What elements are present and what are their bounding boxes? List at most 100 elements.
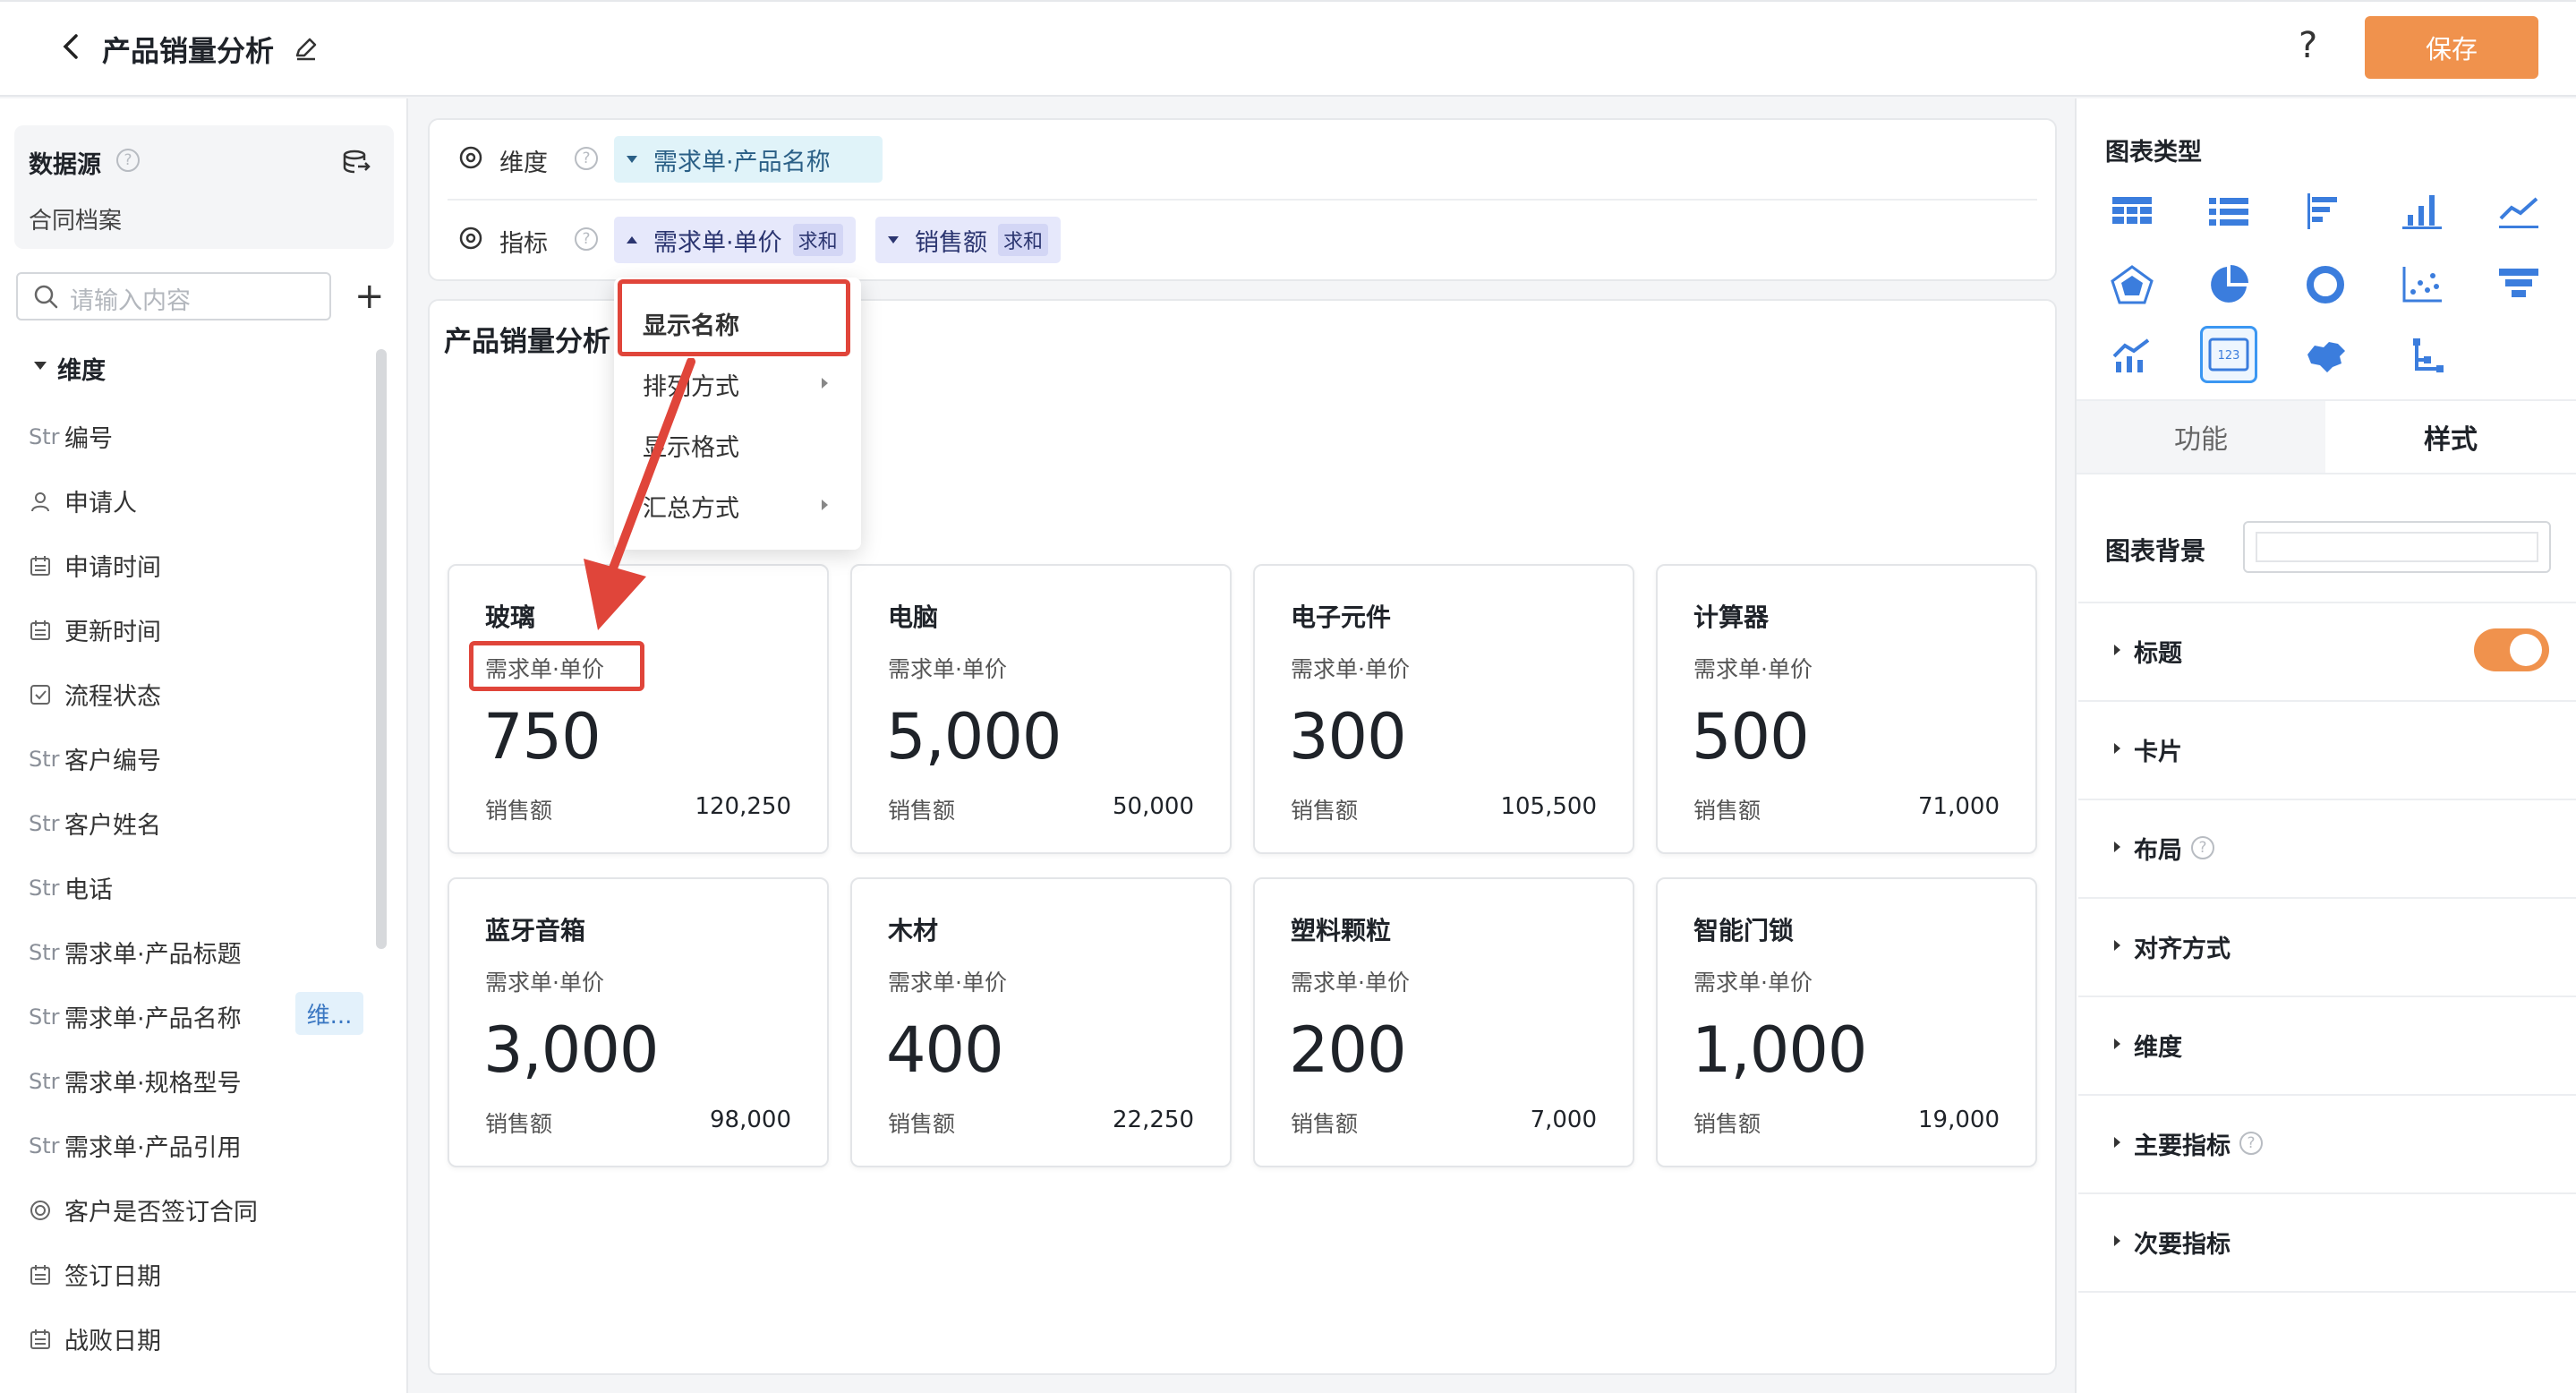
card-sub-value: 22,250 [1113, 1107, 1194, 1133]
checkbox-icon [29, 683, 64, 706]
card-sub-value: 7,000 [1530, 1107, 1597, 1133]
funnel-icon[interactable] [2494, 260, 2544, 310]
card-sub-value: 50,000 [1113, 793, 1194, 820]
field-item[interactable]: Str 需求单·产品名称 [29, 999, 242, 1034]
layout-help-icon[interactable]: ? [2191, 836, 2214, 859]
edit-pencil-icon[interactable] [292, 34, 320, 63]
map-icon[interactable] [2300, 331, 2350, 381]
field-item[interactable]: 客户是否签订合同 [29, 1192, 258, 1227]
field-item[interactable]: Str 客户姓名 [29, 806, 161, 841]
card-sub-value: 98,000 [710, 1107, 791, 1133]
card-sub-label: 销售额 [485, 1111, 553, 1137]
help-icon[interactable]: ? [2299, 25, 2317, 66]
dimension-in-use-tag: 维... [295, 992, 363, 1035]
field-item[interactable]: Str 需求单·产品标题 [29, 935, 242, 970]
field-label: 更新时间 [64, 619, 161, 646]
table-icon[interactable] [2107, 186, 2157, 236]
list-icon[interactable] [2204, 186, 2254, 236]
field-item[interactable]: 申请人 [29, 483, 137, 518]
field-item[interactable]: Str 需求单·规格型号 [29, 1064, 242, 1098]
collapse-caret-icon[interactable] [34, 362, 47, 370]
tab-style[interactable]: 样式 [2325, 401, 2576, 473]
tree-icon[interactable] [2397, 331, 2447, 381]
card-sub-label: 销售额 [888, 1111, 956, 1137]
card-main-value: 500 [1692, 700, 1810, 773]
save-button[interactable]: 保存 [2365, 16, 2538, 79]
expand-caret-icon [2114, 940, 2120, 951]
card-dimension-name: 塑料颗粒 [1291, 916, 1392, 945]
field-item[interactable]: 战败日期 [29, 1321, 161, 1356]
expand-caret-icon [2114, 743, 2120, 754]
indicator-card[interactable]: 计算器 需求单·单价 500 销售额 71,000 [1656, 564, 2037, 854]
datasource-title: 数据源 [29, 151, 101, 179]
aggregation-badge: 求和 [998, 224, 1049, 256]
card-main-value: 200 [1289, 1013, 1407, 1087]
indicator-card[interactable]: 蓝牙音箱 需求单·单价 3,000 销售额 98,000 [448, 877, 829, 1167]
back-arrow-icon[interactable] [54, 29, 90, 64]
search-placeholder: 请输入内容 [70, 287, 191, 315]
field-label: 需求单·产品引用 [64, 1134, 242, 1162]
field-label: 需求单·规格型号 [64, 1070, 242, 1098]
indicator-card[interactable]: 智能门锁 需求单·单价 1,000 销售额 19,000 [1656, 877, 2037, 1167]
measure-label: 指标 [499, 230, 548, 258]
annotation-arrow-icon [584, 358, 695, 630]
field-label: 编号 [64, 425, 113, 453]
datasource-help-icon[interactable]: ? [116, 149, 140, 172]
card-sub-label: 销售额 [1693, 798, 1761, 824]
indicator-card[interactable]: 电脑 需求单·单价 5,000 销售额 50,000 [850, 564, 1232, 854]
chart-title: 产品销量分析 [444, 326, 610, 358]
datasource-name: 合同档案 [29, 208, 123, 235]
dimension-help-icon[interactable]: ? [575, 147, 598, 170]
chart-type-title: 图表类型 [2105, 139, 2202, 167]
indicator-card[interactable]: 木材 需求单·单价 400 销售额 22,250 [850, 877, 1232, 1167]
database-switch-icon[interactable] [342, 149, 371, 175]
field-item[interactable]: Str 编号 [29, 419, 113, 454]
left-scrollbar[interactable] [376, 349, 387, 949]
add-field-button[interactable]: + [354, 276, 385, 317]
measure-pill-label: 需求单·单价 [653, 228, 782, 257]
field-item[interactable]: Str 需求单·产品引用 [29, 1128, 242, 1163]
field-item[interactable]: Str 电话 [29, 870, 113, 905]
indicator-card[interactable]: 电子元件 需求单·单价 300 销售额 105,500 [1253, 564, 1634, 854]
field-label: 需求单·产品名称 [64, 1005, 242, 1033]
bar-vertical-icon[interactable] [2397, 186, 2447, 236]
string-type-icon: Str [29, 423, 60, 449]
bar-horizontal-icon[interactable] [2300, 186, 2350, 236]
combo-icon[interactable] [2107, 331, 2157, 381]
field-item[interactable]: 申请时间 [29, 548, 161, 583]
scatter-icon[interactable] [2397, 260, 2447, 310]
highlight-box-measure-label [469, 641, 644, 691]
highlight-box-display-name [618, 279, 850, 356]
caret-up-icon [627, 236, 637, 244]
card-measure-label: 需求单·单价 [888, 970, 1007, 996]
page-title: 产品销量分析 [102, 34, 275, 68]
field-item[interactable]: 签订日期 [29, 1257, 161, 1292]
section-card-label: 卡片 [2134, 739, 2182, 766]
radar-icon[interactable] [2107, 260, 2157, 310]
field-label: 申请时间 [64, 554, 161, 582]
calendar-icon [29, 1263, 64, 1286]
field-label: 需求单·产品标题 [64, 941, 242, 969]
section-alignment-label: 对齐方式 [2134, 936, 2231, 963]
measure-help-icon[interactable]: ? [575, 227, 598, 251]
donut-icon[interactable] [2300, 260, 2350, 310]
tab-function[interactable]: 功能 [2077, 401, 2325, 473]
indicator-card[interactable]: 塑料颗粒 需求单·单价 200 销售额 7,000 [1253, 877, 1634, 1167]
field-item[interactable]: 更新时间 [29, 612, 161, 647]
card-sub-value: 71,000 [1918, 793, 2000, 820]
field-item[interactable]: 流程状态 [29, 677, 161, 712]
target-icon [459, 146, 482, 169]
indicator-card-icon[interactable]: 123 [2200, 326, 2257, 383]
measure-pill-sales[interactable]: 销售额 求和 [875, 217, 1062, 263]
line-icon[interactable] [2494, 186, 2544, 236]
measure-pill-unit-price[interactable]: 需求单·单价 求和 [614, 217, 856, 263]
indicator-glyph: 123 [2218, 349, 2240, 363]
expand-caret-icon [2114, 1235, 2120, 1246]
dimension-group-header[interactable]: 维度 [57, 351, 106, 386]
dimension-pill[interactable]: 需求单·产品名称 [614, 136, 883, 183]
section-dimension-label: 维度 [2134, 1034, 2182, 1062]
field-item[interactable]: Str 客户编号 [29, 741, 161, 776]
card-main-value: 300 [1289, 700, 1407, 773]
pie-icon[interactable] [2204, 260, 2254, 310]
primary-measure-help-icon[interactable]: ? [2239, 1132, 2263, 1155]
